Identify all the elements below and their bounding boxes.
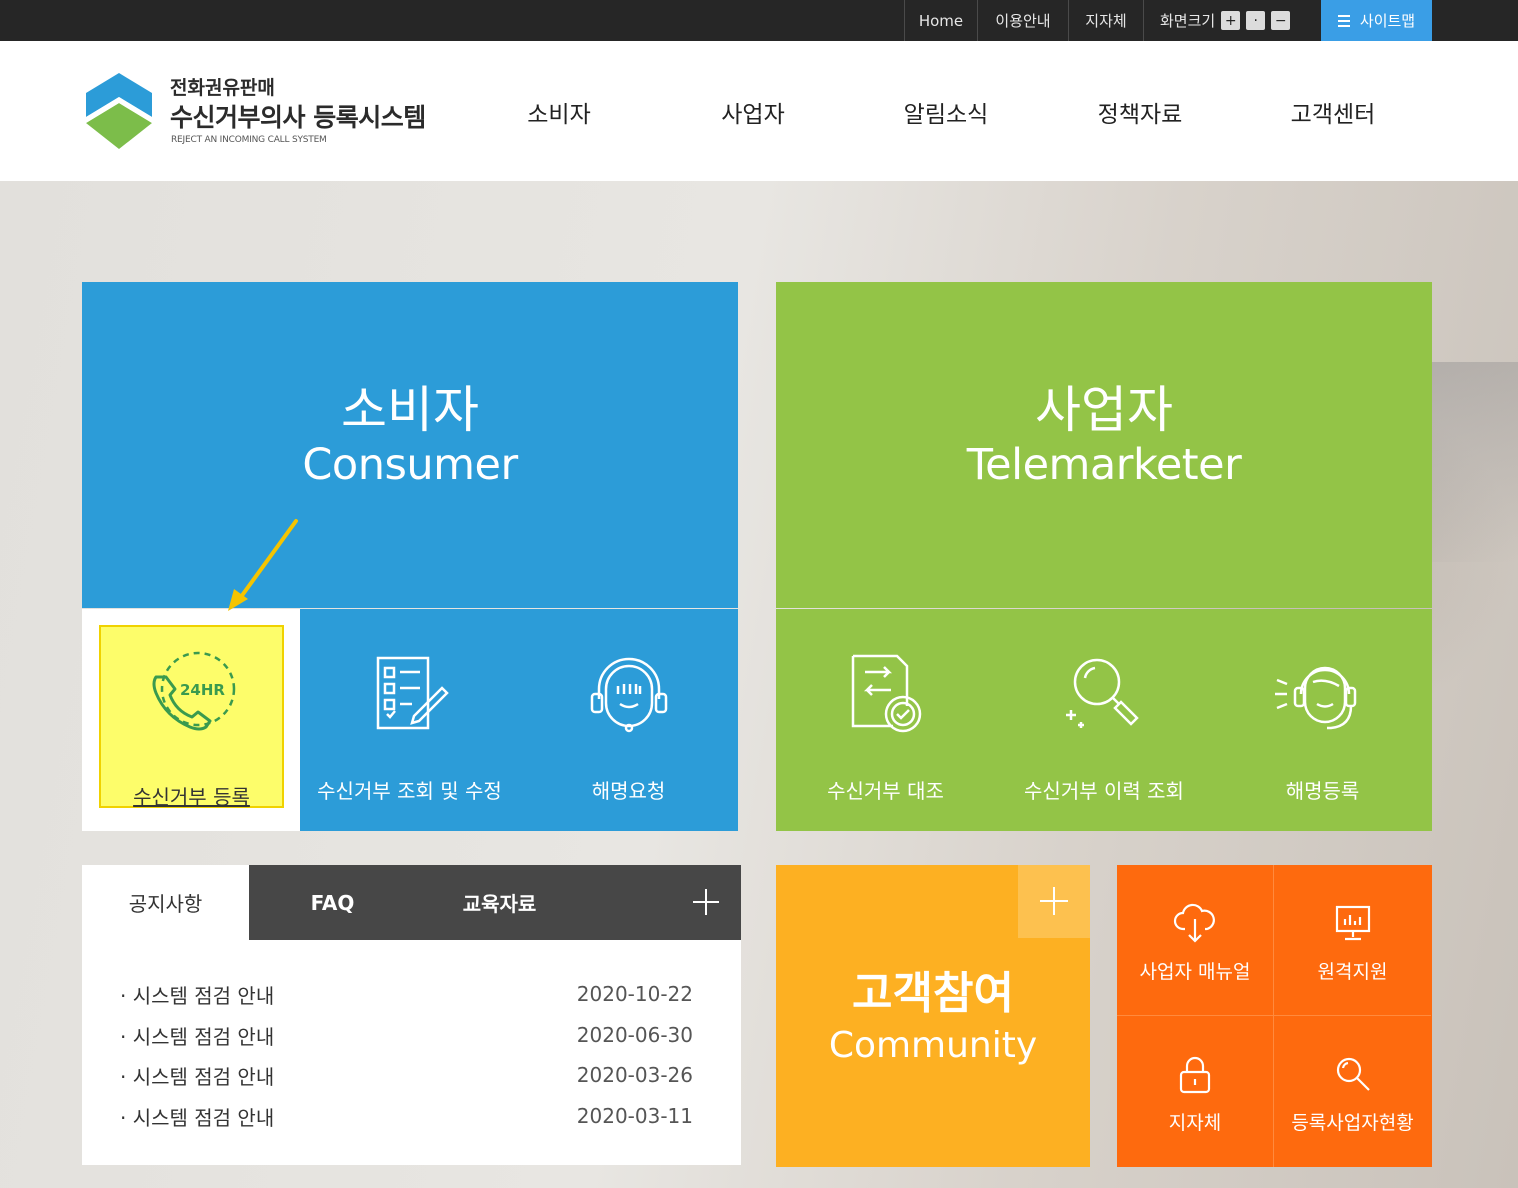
refusal-inquiry-label: 수신거부 조회 및 수정	[317, 779, 502, 803]
screen-size-label: 화면크기	[1160, 12, 1216, 30]
quick-remote-label: 원격지원	[1317, 961, 1388, 983]
consumer-panel[interactable]: 소비자 Consumer	[82, 282, 738, 608]
refusal-compare-label: 수신거부 대조	[827, 779, 944, 803]
consumer-title: 소비자	[341, 381, 479, 439]
logo-title-top: 전화권유판매	[170, 77, 275, 99]
notice-row[interactable]: · 시스템 점검 안내 2020-03-26	[120, 1060, 693, 1090]
notice-date: 2020-06-30	[576, 1023, 693, 1047]
notice-title[interactable]: · 시스템 점검 안내	[120, 1061, 274, 1090]
tab-education[interactable]: 교육자료	[416, 865, 583, 940]
guide-link[interactable]: 이용안내	[977, 0, 1068, 41]
gnb-consumer[interactable]: 소비자	[489, 95, 629, 129]
notice-date: 2020-03-26	[576, 1063, 693, 1087]
zoom-out-button[interactable]: −	[1271, 11, 1291, 30]
notice-date: 2020-10-22	[576, 982, 693, 1006]
notice-row[interactable]: · 시스템 점검 안내 2020-03-11	[120, 1101, 693, 1131]
quick-local-gov-label: 지자체	[1168, 1112, 1222, 1134]
sitemap-button[interactable]: 사이트맵	[1321, 0, 1432, 41]
zoom-in-button[interactable]: +	[1221, 11, 1241, 30]
24hr-phone-icon: 24HR	[142, 647, 242, 741]
logo-icon[interactable]	[84, 71, 154, 151]
document-compare-icon	[841, 649, 931, 739]
quick-local-gov[interactable]: 지자체	[1117, 1016, 1274, 1167]
refusal-register-label: 수신거부 등록	[133, 785, 250, 809]
community-title: 고객참여	[852, 968, 1014, 1019]
cloud-download-icon	[1173, 903, 1217, 943]
site-header: 전화권유판매 수신거부의사 등록시스템 REJECT AN INCOMING C…	[0, 41, 1518, 181]
refusal-inquiry-tile[interactable]: 수신거부 조회 및 수정	[300, 609, 519, 831]
community-panel[interactable]: 고객참여 Community	[776, 865, 1090, 1167]
tab-notice[interactable]: 공지사항	[82, 865, 249, 940]
telemarketer-subtitle: Telemarketer	[966, 440, 1242, 490]
headset-agent-icon	[584, 649, 674, 739]
zoom-reset-button[interactable]: ·	[1246, 11, 1266, 30]
quick-remote[interactable]: 원격지원	[1274, 865, 1431, 1016]
lock-icon	[1175, 1054, 1215, 1094]
explanation-request-label: 해명요청	[591, 779, 666, 803]
notice-date: 2020-03-11	[576, 1104, 693, 1128]
logo-title-main: 수신거부의사 등록시스템	[170, 103, 426, 132]
quick-registered-status-label: 등록사업자현황	[1291, 1112, 1414, 1134]
sitemap-label: 사이트맵	[1359, 12, 1416, 30]
notice-row[interactable]: · 시스템 점검 안내 2020-10-22	[120, 979, 693, 1009]
call-agent-icon	[1273, 649, 1373, 739]
svg-text:24HR: 24HR	[180, 681, 225, 699]
community-subtitle: Community	[828, 1025, 1038, 1066]
gnb-news[interactable]: 알림소식	[876, 95, 1016, 129]
checklist-icon	[370, 649, 450, 739]
refusal-history-tile[interactable]: 수신거부 이력 조회	[995, 609, 1213, 831]
local-gov-link[interactable]: 지자체	[1068, 0, 1143, 41]
logo-subtitle: REJECT AN INCOMING CALL SYSTEM	[171, 135, 327, 145]
explanation-register-tile[interactable]: 해명등록	[1213, 609, 1432, 831]
quick-manual[interactable]: 사업자 매뉴얼	[1117, 865, 1274, 1016]
consumer-subtitle: Consumer	[302, 440, 518, 490]
refusal-register-tile[interactable]: 24HR 수신거부 등록	[99, 625, 284, 809]
notice-title[interactable]: · 시스템 점검 안내	[120, 980, 274, 1009]
monitor-icon	[1333, 903, 1373, 943]
gnb-policy[interactable]: 정책자료	[1070, 95, 1210, 129]
tab-faq[interactable]: FAQ	[249, 865, 416, 940]
notice-title[interactable]: · 시스템 점검 안내	[120, 1102, 274, 1131]
telemarketer-panel[interactable]: 사업자 Telemarketer	[776, 282, 1432, 608]
more-plus-icon[interactable]	[691, 887, 721, 917]
refusal-history-label: 수신거부 이력 조회	[1024, 779, 1184, 803]
search-icon	[1333, 1054, 1373, 1094]
telemarketer-title: 사업자	[1035, 381, 1173, 439]
quick-manual-label: 사업자 매뉴얼	[1139, 961, 1251, 983]
magnifier-icon	[1059, 649, 1149, 739]
refusal-compare-tile[interactable]: 수신거부 대조	[776, 609, 995, 831]
notice-title[interactable]: · 시스템 점검 안내	[120, 1021, 274, 1050]
arrow-icon	[228, 519, 298, 611]
notice-row[interactable]: · 시스템 점검 안내 2020-06-30	[120, 1020, 693, 1050]
explanation-register-label: 해명등록	[1285, 779, 1360, 803]
quick-registered-status[interactable]: 등록사업자현황	[1274, 1016, 1431, 1167]
gnb-telemarketer[interactable]: 사업자	[683, 95, 823, 129]
screen-size-control: 화면크기 + · −	[1143, 0, 1321, 41]
board-tabs: 공지사항 FAQ 교육자료	[82, 865, 741, 940]
menu-icon	[1337, 14, 1350, 27]
gnb-support[interactable]: 고객센터	[1263, 95, 1403, 129]
quick-links: 사업자 매뉴얼 원격지원 지자체 등록사업자현황	[1117, 865, 1432, 1167]
notice-board: 공지사항 FAQ 교육자료 · 시스템 점검 안내 2020-10-22 · 시…	[82, 865, 741, 1165]
home-link[interactable]: Home	[904, 0, 977, 41]
community-plus-icon[interactable]	[1018, 865, 1090, 938]
utility-bar: Home 이용안내 지자체 화면크기 + · − 사이트맵	[0, 0, 1518, 41]
explanation-request-tile[interactable]: 해명요청	[519, 609, 738, 831]
